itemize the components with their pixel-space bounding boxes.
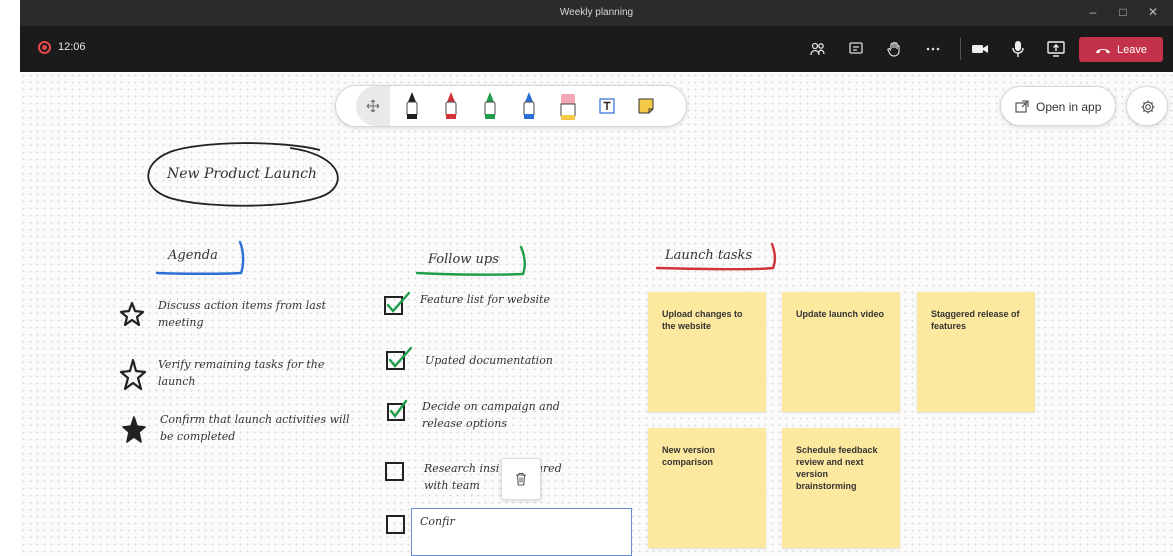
checked-box-icon[interactable] — [385, 344, 415, 372]
agenda-item[interactable]: Verify remaining tasks for the launch — [158, 356, 368, 390]
star-icon — [119, 301, 145, 327]
minimize-icon[interactable]: – — [1083, 4, 1103, 20]
board-title[interactable]: New Product Launch — [167, 166, 317, 182]
title-bar: Weekly planning – □ ✕ — [20, 0, 1173, 26]
close-icon[interactable]: ✕ — [1143, 4, 1163, 20]
sticky-note[interactable]: Update launch video — [782, 292, 900, 412]
sticky-note[interactable]: New version comparison — [648, 428, 766, 548]
launch-tasks-underline — [655, 242, 776, 271]
agenda-item-line: Confirm that launch activities will — [160, 413, 350, 426]
hang-up-icon — [1096, 48, 1110, 53]
people-icon[interactable] — [807, 38, 829, 60]
agenda-item-line: be completed — [160, 430, 236, 443]
open-in-app-label: Open in app — [1036, 100, 1102, 114]
sticky-note[interactable]: Staggered release of features — [917, 292, 1035, 412]
sticky-note-icon[interactable] — [629, 86, 663, 126]
red-pen-icon[interactable] — [434, 86, 468, 126]
open-in-app-button[interactable]: Open in app — [1000, 86, 1116, 126]
more-icon[interactable] — [922, 38, 944, 60]
share-icon[interactable] — [1045, 38, 1067, 60]
follow-up-text-input[interactable] — [420, 515, 620, 528]
unchecked-box-icon[interactable] — [384, 461, 406, 483]
follow-up-item-line: Decide on campaign and — [422, 400, 560, 413]
black-pen-icon[interactable] — [395, 86, 429, 126]
text-tool-icon[interactable] — [590, 86, 624, 126]
meeting-window-chrome: Weekly planning – □ ✕ 12:06 Leave — [20, 0, 1173, 72]
toolbar-divider — [960, 38, 961, 60]
maximize-icon[interactable]: □ — [1113, 4, 1133, 20]
follow-up-item-line: Research insi — [424, 462, 500, 475]
settings-button[interactable] — [1126, 86, 1168, 126]
agenda-item[interactable]: Discuss action items from last meeting — [158, 297, 368, 331]
chat-icon[interactable] — [845, 38, 867, 60]
inking-toolbar — [335, 85, 687, 127]
gear-icon — [1141, 100, 1155, 114]
green-pen-icon[interactable] — [473, 86, 507, 126]
star-icon — [122, 416, 146, 443]
window-title: Weekly planning — [559, 7, 634, 18]
sticky-note[interactable]: Upload changes to the website — [648, 292, 766, 412]
recording-icon — [38, 41, 51, 54]
star-icon — [119, 358, 147, 391]
follow-up-item[interactable]: Upated documentation — [425, 352, 635, 369]
agenda-item[interactable]: Confirm that launch activities will be c… — [160, 411, 375, 445]
delete-button[interactable] — [501, 458, 541, 500]
leave-button[interactable]: Leave — [1079, 37, 1163, 62]
checked-box-icon[interactable] — [383, 291, 413, 317]
follow-up-item-line: release options — [422, 417, 507, 430]
trash-icon — [516, 472, 526, 486]
agenda-item-line: Discuss action items from last — [158, 299, 326, 312]
raise-hand-icon[interactable] — [883, 38, 905, 60]
agenda-item-line: meeting — [158, 316, 204, 329]
checked-box-icon[interactable] — [386, 398, 414, 424]
follow-up-edit-box[interactable] — [411, 508, 632, 556]
meeting-timer: 12:06 — [58, 41, 86, 53]
agenda-item-line: launch — [158, 375, 196, 388]
leave-label: Leave — [1117, 43, 1147, 56]
sticky-note[interactable]: Schedule feedback review and next versio… — [782, 428, 900, 548]
follow-up-item[interactable]: Feature list for website — [420, 291, 630, 308]
agenda-underline — [155, 240, 245, 275]
agenda-item-line: Verify remaining tasks for the — [158, 358, 325, 371]
camera-icon[interactable] — [969, 38, 991, 60]
open-in-app-icon — [1015, 100, 1029, 113]
blue-pen-icon[interactable] — [512, 86, 546, 126]
teams-whiteboard-window: Weekly planning – □ ✕ 12:06 Leave Open i… — [0, 0, 1173, 556]
follow-up-item-line: Upated documentation — [425, 354, 553, 367]
lasso-select-icon[interactable] — [356, 86, 390, 126]
unchecked-box-icon[interactable] — [385, 514, 407, 536]
meeting-toolbar: 12:06 Leave — [20, 26, 1173, 72]
follow-up-item-line: Feature list for website — [420, 293, 550, 306]
highlighter-icon[interactable] — [551, 86, 585, 126]
follow-up-item[interactable]: Decide on campaign and release options — [422, 398, 632, 432]
mic-icon[interactable] — [1007, 38, 1029, 60]
follow-ups-underline — [415, 245, 526, 276]
